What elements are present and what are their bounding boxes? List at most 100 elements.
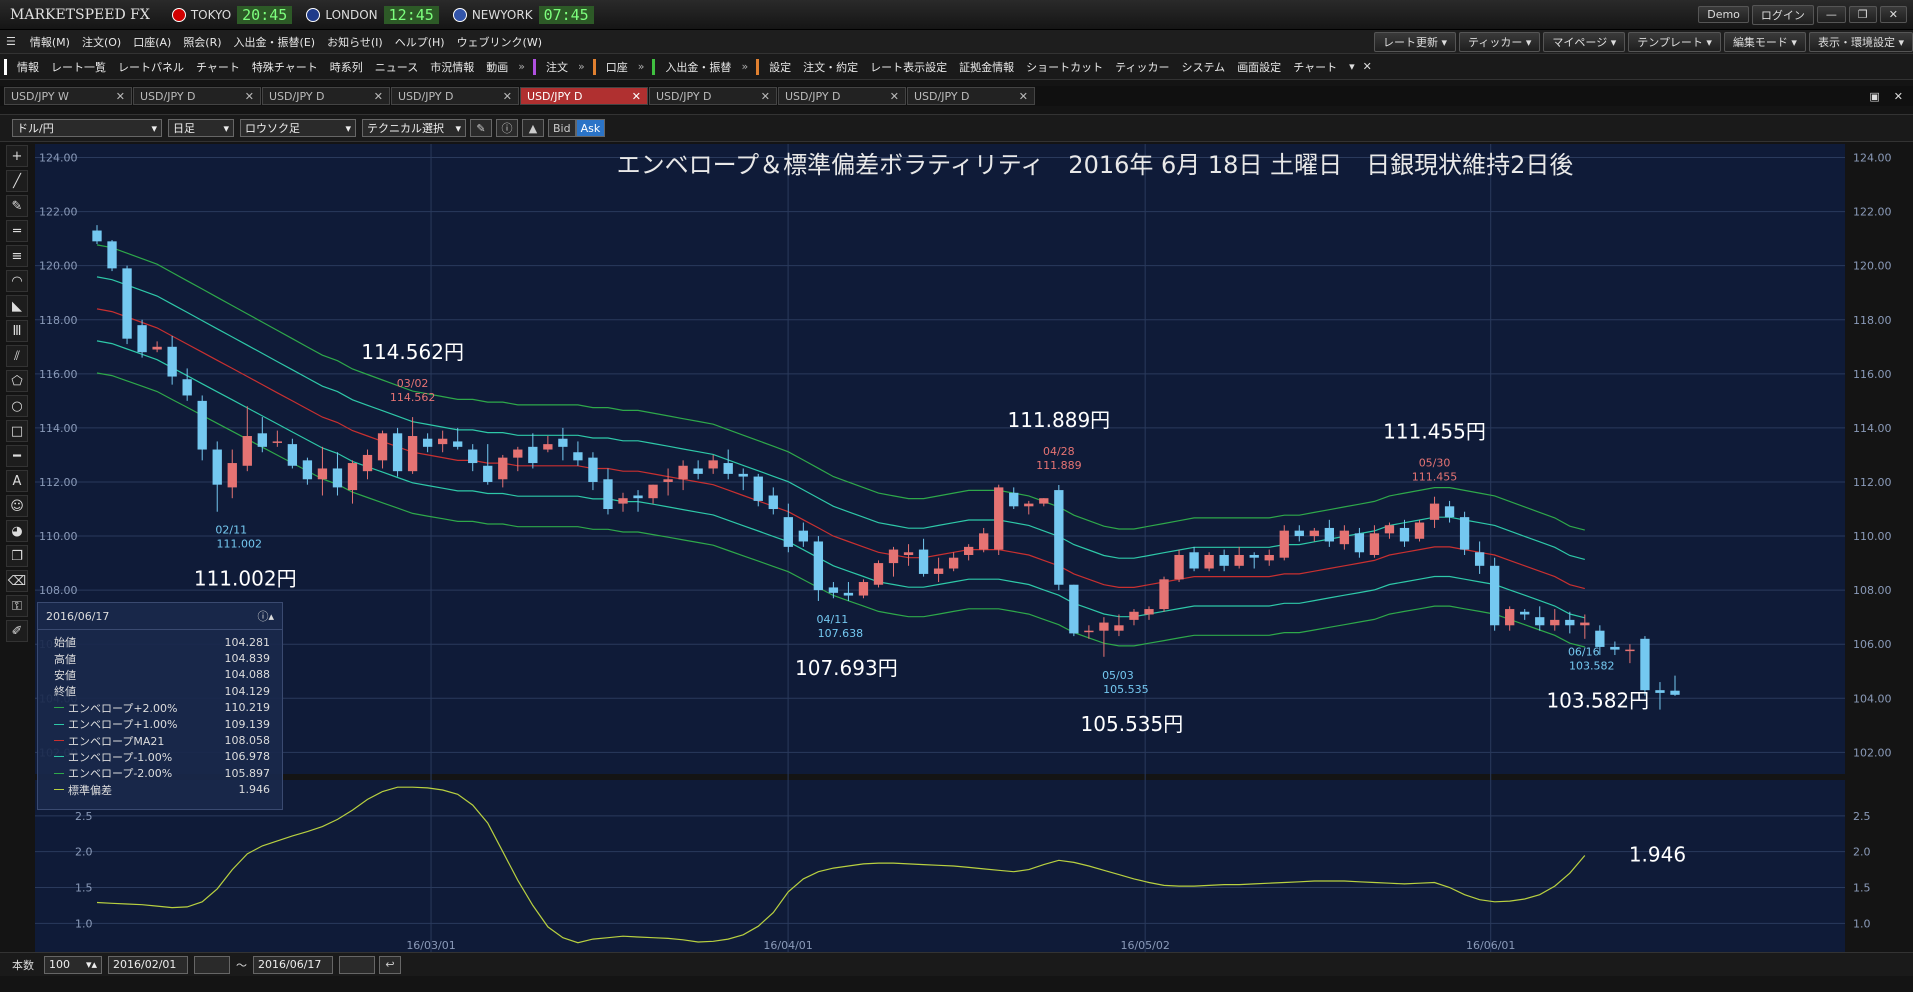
period-select[interactable]: 日足 ▾ [168, 119, 234, 137]
chart-tab[interactable]: USD/JPY D ✕ [262, 87, 390, 105]
menu-right-item[interactable]: レート更新 ▾ [1374, 31, 1457, 52]
count-select[interactable]: 100 ▾▴ [44, 955, 102, 974]
chart-tab[interactable]: USD/JPY D ✕ [520, 87, 648, 105]
chart-svg[interactable]: 124.00 124.00 122.00 122.00 120.00 120.00 118.… [35, 144, 1913, 952]
chevron-right-icon[interactable]: » [741, 60, 748, 73]
lock-icon[interactable]: ⚿ [6, 595, 28, 617]
chart-tab[interactable]: USD/JPY D ✕ [133, 87, 261, 105]
toolbar-item[interactable]: 入出金・振替 [665, 59, 731, 75]
circle-icon[interactable]: ○ [6, 395, 28, 417]
tab-close-icon[interactable]: ✕ [374, 90, 383, 103]
window-close-icon[interactable]: ✕ [1894, 90, 1903, 103]
hline2-icon[interactable]: ━ [6, 445, 28, 467]
hamburger-icon[interactable]: ☰ [6, 35, 16, 48]
chart-tab[interactable]: USD/JPY D ✕ [391, 87, 519, 105]
pentagon-icon[interactable]: ⬠ [6, 370, 28, 392]
ruler-icon[interactable]: ✎ [6, 195, 28, 217]
toolbar-item[interactable]: 証拠金情報 [959, 59, 1014, 75]
toolbar-item[interactable]: 設定 [769, 59, 791, 75]
chart-tab[interactable]: USD/JPY D ✕ [907, 87, 1035, 105]
toolbar-item[interactable]: 注文・約定 [803, 59, 858, 75]
menu-right-item[interactable]: ティッカー ▾ [1459, 31, 1541, 52]
toolbar-item[interactable]: システム [1182, 59, 1226, 75]
chevron-down-icon[interactable]: ▾ [1349, 60, 1355, 73]
toolbar-item[interactable]: レート表示設定 [870, 59, 947, 75]
close-button[interactable]: ✕ [1879, 6, 1907, 23]
toolbar-item[interactable]: 注文 [546, 59, 568, 75]
tab-close-icon[interactable]: ✕ [116, 90, 125, 103]
to-date-field[interactable]: 2016/06/17 [253, 955, 333, 974]
tab-close-icon[interactable]: ✕ [890, 90, 899, 103]
rect-icon[interactable]: □ [6, 420, 28, 442]
eraser-icon[interactable]: ⌫ [6, 570, 28, 592]
toolbar-item[interactable]: レートパネル [118, 59, 184, 75]
chart-area[interactable]: 124.00 124.00 122.00 122.00 120.00 120.00 118.… [35, 144, 1913, 955]
toolbar-item[interactable]: 画面設定 [1237, 59, 1281, 75]
menu-item[interactable]: お知らせ(I) [327, 34, 383, 50]
menu-right-item[interactable]: 表示・環境設定 ▾ [1808, 31, 1913, 52]
menu-item[interactable]: 照会(R) [183, 34, 221, 50]
toolbar-item[interactable]: 情報 [17, 59, 39, 75]
to-time-field[interactable] [339, 955, 375, 974]
chart-style-select[interactable]: ロウソク足 ▾ [240, 119, 356, 137]
minimize-button[interactable]: — [1816, 6, 1846, 23]
toolbar-item[interactable]: ティッカー [1115, 59, 1169, 75]
chart-tab[interactable]: USD/JPY D ✕ [649, 87, 777, 105]
menu-right-item[interactable]: マイページ ▾ [1543, 31, 1626, 52]
info-icon[interactable]: ⓘ [496, 119, 518, 137]
brush-icon[interactable]: ✐ [6, 620, 28, 642]
pencil-icon[interactable]: ✎ [470, 119, 492, 137]
chevron-right-icon[interactable]: » [518, 60, 525, 73]
chart-tab[interactable]: USD/JPY W ✕ [4, 87, 132, 105]
vlines-icon[interactable]: Ⅲ [6, 320, 28, 342]
refresh-icon[interactable]: ↩ [379, 955, 401, 974]
pitchfork-icon[interactable]: ⫽ [6, 345, 28, 367]
currency-pair-select[interactable]: ドル/円 ▾ [12, 119, 162, 137]
emoji-icon[interactable]: ☺ [6, 495, 28, 517]
tab-close-icon[interactable]: ✕ [245, 90, 254, 103]
toolbar-item[interactable]: 口座 [606, 59, 628, 75]
technical-select[interactable]: テクニカル選択 ▾ [362, 119, 466, 137]
mountain-chart-icon[interactable]: ▲ [522, 119, 544, 137]
login-button[interactable]: ログイン [1751, 4, 1814, 25]
text-icon[interactable]: A [6, 470, 28, 492]
menu-item[interactable]: 情報(M) [30, 34, 70, 50]
demo-button[interactable]: Demo [1698, 6, 1749, 23]
channel-icon[interactable]: ≡ [6, 245, 28, 267]
menu-item[interactable]: 注文(O) [82, 34, 121, 50]
chevron-right-icon[interactable]: » [638, 60, 645, 73]
menu-item[interactable]: ウェブリンク(W) [457, 34, 542, 50]
menu-item[interactable]: 入出金・振替(E) [234, 34, 316, 50]
toolbar-item[interactable]: チャート [196, 59, 240, 75]
maximize-button[interactable]: ❐ [1848, 6, 1877, 23]
menu-right-item[interactable]: テンプレート ▾ [1628, 31, 1721, 52]
line-icon[interactable]: ╱ [6, 170, 28, 192]
fib-icon[interactable]: ◠ [6, 270, 28, 292]
tab-close-icon[interactable]: ✕ [632, 90, 641, 103]
fan-icon[interactable]: ◣ [6, 295, 28, 317]
close-icon[interactable]: ✕ [1363, 60, 1372, 73]
chart-tab[interactable]: USD/JPY D ✕ [778, 87, 906, 105]
toolbar-item[interactable]: 動画 [486, 59, 508, 75]
toolbar-item[interactable]: 時系列 [330, 59, 363, 75]
ask-toggle[interactable]: Ask [575, 119, 606, 137]
tab-close-icon[interactable]: ✕ [503, 90, 512, 103]
toolbar-item[interactable]: ショートカット [1026, 59, 1103, 75]
toolbar-item[interactable]: レート一覧 [51, 59, 106, 75]
toolbar-item[interactable]: 市況情報 [430, 59, 474, 75]
info-collapse-icon[interactable]: ⓘ▴ [257, 608, 274, 624]
from-time-field[interactable] [194, 955, 230, 974]
menu-item[interactable]: ヘルプ(H) [395, 34, 445, 50]
menu-item[interactable]: 口座(A) [133, 34, 171, 50]
from-date-field[interactable]: 2016/02/01 [108, 955, 188, 974]
tab-close-icon[interactable]: ✕ [1019, 90, 1028, 103]
toolbar-item[interactable]: ニュース [375, 59, 418, 75]
crosshair-icon[interactable]: + [6, 145, 28, 167]
hline-icon[interactable]: ═ [6, 220, 28, 242]
bid-toggle[interactable]: Bid [548, 119, 576, 137]
window-maximize-icon[interactable]: ▣ [1869, 90, 1879, 103]
stamp-icon[interactable]: ◕ [6, 520, 28, 542]
copy-icon[interactable]: ❐ [6, 545, 28, 567]
menu-right-item[interactable]: 編集モード ▾ [1723, 31, 1806, 52]
toolbar-item[interactable]: チャート [1293, 59, 1337, 75]
